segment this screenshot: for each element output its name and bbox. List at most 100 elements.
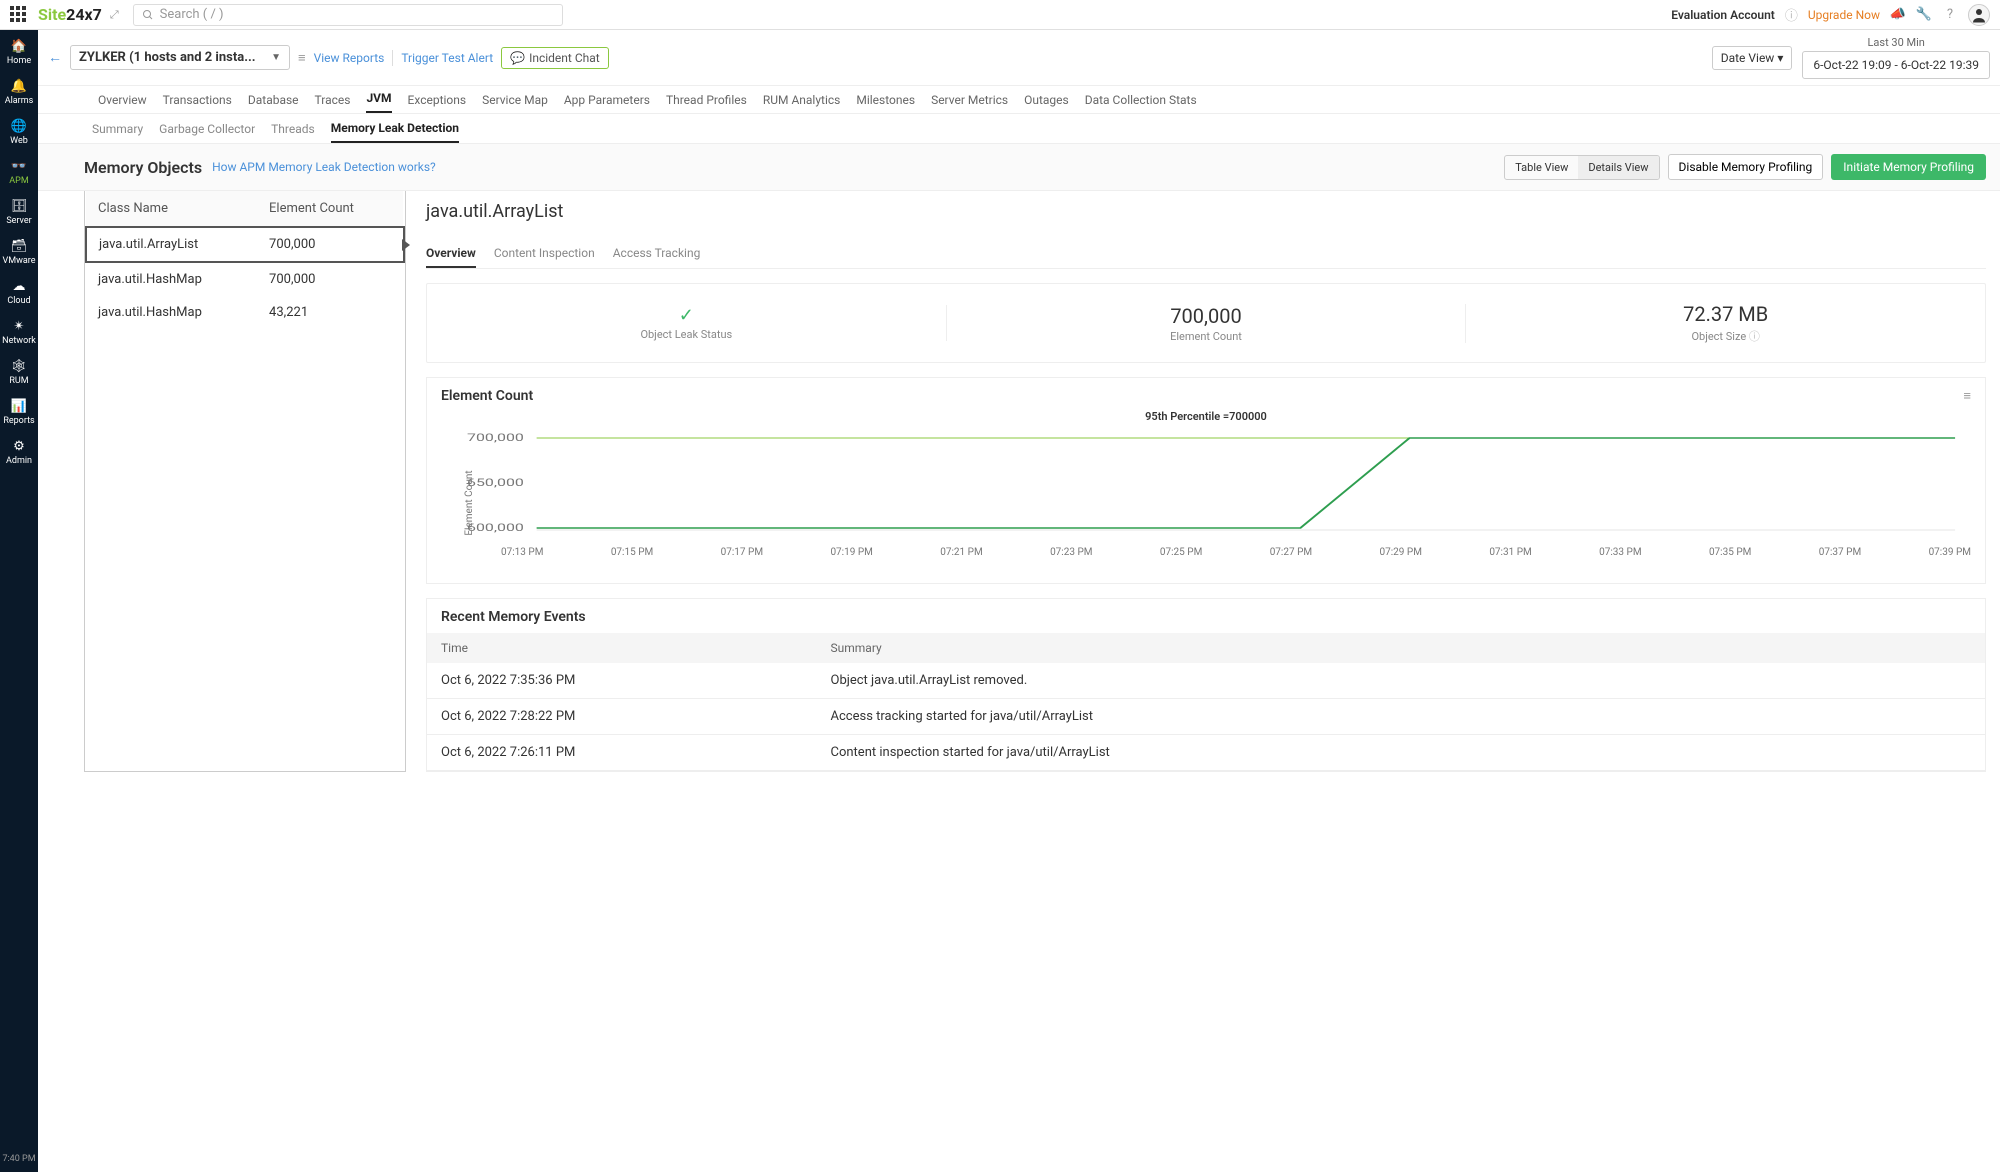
topbar-right: Evaluation Account ⓘ Upgrade Now 📣 🔧 ? [1671, 4, 1990, 26]
tab-transactions[interactable]: Transactions [163, 93, 232, 113]
percentile-label: 95th Percentile =700000 [441, 410, 1971, 423]
object-size-label: Object Size ⓘ [1466, 328, 1985, 344]
element-count-label: Element Count [947, 330, 1466, 343]
info-icon[interactable]: ⓘ [1785, 5, 1798, 24]
sidebar-item-apm[interactable]: 👓APM [2, 158, 36, 186]
bell-icon: 🔔 [11, 78, 27, 94]
announce-icon[interactable]: 📣 [1890, 7, 1906, 23]
tab-traces[interactable]: Traces [315, 93, 351, 113]
incident-chat-button[interactable]: 💬 Incident Chat [501, 47, 609, 69]
trigger-alert-link[interactable]: Trigger Test Alert [401, 51, 493, 65]
chevron-down-icon: ▼ [271, 52, 281, 63]
tab-jvm[interactable]: JVM [366, 91, 391, 113]
object-size-value: 72.37 MB [1466, 302, 1985, 326]
sidebar-item-cloud[interactable]: ☁Cloud [2, 278, 36, 306]
sidebar-item-alarms[interactable]: 🔔Alarms [2, 78, 36, 106]
sidebar-item-web[interactable]: 🌐Web [2, 118, 36, 146]
sidebar-item-rum[interactable]: 🕸RUM [2, 358, 36, 386]
col-element-count: Element Count [257, 191, 403, 227]
upgrade-link[interactable]: Upgrade Now [1808, 8, 1880, 22]
tab-exceptions[interactable]: Exceptions [408, 93, 467, 113]
view-reports-link[interactable]: View Reports [314, 51, 385, 65]
sidebar-item-home[interactable]: 🏠Home [2, 38, 36, 66]
tab-service-map[interactable]: Service Map [482, 93, 548, 113]
svg-text:600,000: 600,000 [467, 523, 524, 534]
chart-card: Element Count ≡ 95th Percentile =700000 … [426, 377, 1986, 584]
tab-access-tracking[interactable]: Access Tracking [613, 240, 701, 268]
logo[interactable]: Site24x7 [38, 5, 102, 24]
user-icon [1970, 6, 1988, 24]
table-row[interactable]: java.util.HashMap43,221 [86, 296, 404, 329]
subheader: ← ZYLKER (1 hosts and 2 insta... ▼ ≡ Vie… [38, 30, 2000, 86]
sidebar-item-admin[interactable]: ⚙Admin [2, 438, 36, 466]
detail-tabs: Overview Content Inspection Access Trackin… [426, 240, 1986, 269]
chat-icon: 💬 [510, 51, 525, 65]
initiate-profiling-button[interactable]: Initiate Memory Profiling [1831, 154, 1986, 180]
leak-status-label: Object Leak Status [427, 328, 946, 341]
host-select[interactable]: ZYLKER (1 hosts and 2 insta... ▼ [70, 45, 290, 70]
events-card: Recent Memory Events Time Summary Oct 6,… [426, 598, 1986, 772]
apps-grid-icon[interactable] [10, 6, 28, 24]
tabs-primary: Overview Transactions Database Traces JVM Exc… [38, 86, 2000, 114]
sidebar-item-network[interactable]: ✴Network [2, 318, 36, 346]
detail-title: java.util.ArrayList [426, 191, 1986, 222]
chart-icon: 📊 [11, 398, 27, 414]
network-icon: ✴ [11, 318, 27, 334]
col-time: Time [427, 633, 817, 663]
tab-garbage-collector[interactable]: Garbage Collector [159, 116, 255, 142]
tab-outages[interactable]: Outages [1024, 93, 1069, 113]
chart-title: Element Count [441, 388, 533, 404]
globe-icon: 🌐 [11, 118, 27, 134]
server-icon: 🗄 [11, 198, 27, 214]
date-range-input[interactable]: 6-Oct-22 19:09 - 6-Oct-22 19:39 [1802, 51, 1990, 79]
tab-database[interactable]: Database [248, 93, 299, 113]
details-view-toggle[interactable]: Details View [1578, 156, 1658, 179]
date-view-select[interactable]: Date View ▾ [1712, 46, 1793, 70]
search-icon [142, 9, 154, 21]
col-summary: Summary [817, 633, 1986, 663]
check-icon: ✓ [427, 305, 946, 326]
tab-content-inspection[interactable]: Content Inspection [494, 240, 595, 268]
tab-milestones[interactable]: Milestones [856, 93, 915, 113]
sidebar-item-server[interactable]: 🗄Server [2, 198, 36, 226]
tab-overview[interactable]: Overview [426, 240, 476, 268]
sidebar: 🏠Home 🔔Alarms 🌐Web 👓APM 🗄Server 🗃VMware ☁Cloud… [0, 30, 38, 1172]
stack-icon: 🗃 [11, 238, 27, 254]
disable-profiling-button[interactable]: Disable Memory Profiling [1668, 154, 1824, 180]
tab-threads[interactable]: Threads [271, 116, 315, 142]
back-arrow-icon[interactable]: ← [48, 49, 62, 66]
cloud-icon: ☁ [11, 278, 27, 294]
tab-thread-profiles[interactable]: Thread Profiles [666, 93, 747, 113]
section-bar: Memory Objects How APM Memory Leak Detec… [38, 144, 2000, 191]
search-input[interactable]: Search ( / ) [133, 4, 563, 26]
chart-area: Element Count 600,000650,000700,000 07:1… [441, 433, 1971, 573]
sidebar-item-vmware[interactable]: 🗃VMware [2, 238, 36, 266]
view-toggle: Table View Details View [1504, 155, 1659, 180]
tab-rum-analytics[interactable]: RUM Analytics [763, 93, 841, 113]
tab-data-collection-stats[interactable]: Data Collection Stats [1085, 93, 1197, 113]
avatar[interactable] [1968, 4, 1990, 26]
wrench-icon[interactable]: 🔧 [1916, 7, 1932, 23]
tab-summary[interactable]: Summary [92, 116, 143, 142]
app-root: Site24x7 ⤢ Search ( / ) Evaluation Accou… [0, 0, 2000, 1172]
help-link[interactable]: How APM Memory Leak Detection works? [212, 160, 436, 174]
element-count-value: 700,000 [947, 304, 1466, 328]
date-preset-label: Last 30 Min [1867, 36, 1924, 49]
tab-server-metrics[interactable]: Server Metrics [931, 93, 1008, 113]
info-icon[interactable]: ⓘ [1749, 330, 1760, 343]
sidebar-clock: 7:40 PM [2, 1154, 35, 1164]
help-icon[interactable]: ? [1942, 7, 1958, 23]
tab-memory-leak-detection[interactable]: Memory Leak Detection [331, 115, 459, 143]
table-view-toggle[interactable]: Table View [1505, 156, 1578, 179]
expand-icon[interactable]: ⤢ [110, 8, 119, 22]
tabs-secondary: Summary Garbage Collector Threads Memory Le… [38, 114, 2000, 144]
hamburger-icon: ≡ [298, 50, 306, 66]
tab-app-parameters[interactable]: App Parameters [564, 93, 650, 113]
chart-ylabel: Element Count [464, 470, 475, 535]
table-row[interactable]: java.util.HashMap700,000 [86, 262, 404, 296]
content: ← ZYLKER (1 hosts and 2 insta... ▼ ≡ Vie… [38, 30, 2000, 1172]
tab-overview[interactable]: Overview [98, 93, 147, 113]
chart-menu-icon[interactable]: ≡ [1963, 388, 1971, 404]
sidebar-item-reports[interactable]: 📊Reports [2, 398, 36, 426]
table-row[interactable]: java.util.ArrayList700,000 [86, 227, 404, 262]
